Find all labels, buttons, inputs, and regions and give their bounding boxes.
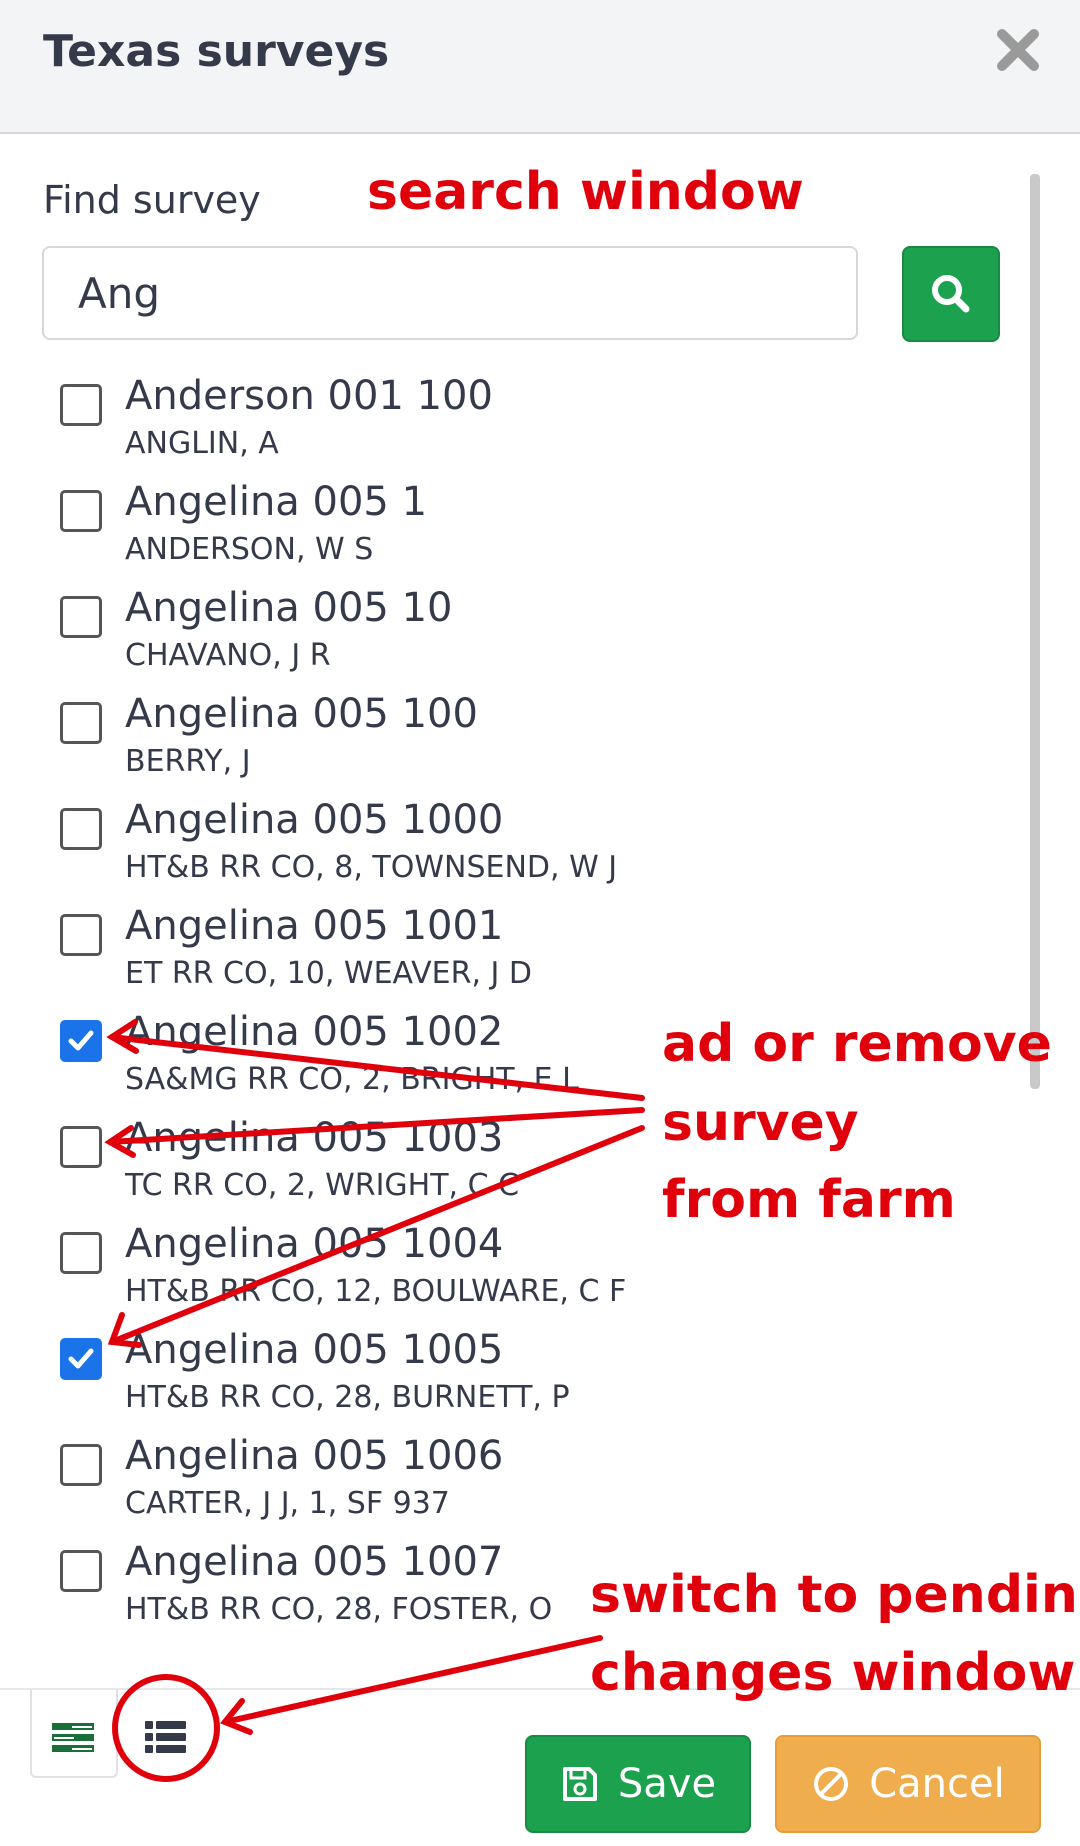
close-button[interactable] [990, 22, 1046, 78]
annotation-switch-line1: switch to pending [590, 1565, 1080, 1625]
ban-icon [814, 1767, 849, 1801]
annotation-add-remove-line3: from farm [662, 1170, 956, 1230]
survey-title: Angelina 005 1007 [125, 1539, 504, 1585]
search-view-tab[interactable] [30, 1690, 118, 1778]
dialog-footer: Save Cancel [0, 1688, 1080, 1846]
survey-subtitle: HT&B RR CO, 28, BURNETT, P [125, 1380, 570, 1415]
survey-subtitle: CHAVANO, J R [125, 638, 331, 673]
list-item[interactable]: Anderson 001 100 ANGLIN, A [0, 370, 1020, 476]
survey-checkbox[interactable] [60, 808, 102, 850]
dialog-title: Texas surveys [43, 26, 390, 77]
cancel-button[interactable]: Cancel [775, 1735, 1041, 1833]
list-item[interactable]: Angelina 005 1000 HT&B RR CO, 8, TOWNSEND… [0, 794, 1020, 900]
survey-title: Angelina 005 1006 [125, 1433, 504, 1479]
annotation-search-window: search window [367, 162, 804, 222]
save-button[interactable]: Save [525, 1735, 751, 1833]
survey-checkbox[interactable] [60, 1338, 102, 1380]
search-input[interactable] [42, 246, 858, 340]
survey-checkbox[interactable] [60, 1232, 102, 1274]
survey-subtitle: ANGLIN, A [125, 426, 279, 461]
survey-title: Angelina 005 1001 [125, 903, 504, 949]
list-item[interactable]: Angelina 005 1005 HT&B RR CO, 28, BURNETT… [0, 1324, 1020, 1430]
save-label: Save [617, 1761, 717, 1807]
survey-title: Angelina 005 1 [125, 479, 428, 525]
annotation-switch-line2: changes window [590, 1643, 1076, 1703]
search-button[interactable] [902, 246, 1000, 342]
list-icon [145, 1721, 186, 1753]
survey-checkbox[interactable] [60, 384, 102, 426]
survey-title: Angelina 005 100 [125, 691, 478, 737]
survey-subtitle: HT&B RR CO, 28, FOSTER, O [125, 1592, 553, 1627]
list-item[interactable]: Angelina 005 1001 ET RR CO, 10, WEAVER, J… [0, 900, 1020, 1006]
close-icon [997, 29, 1039, 71]
cancel-label: Cancel [869, 1761, 1005, 1807]
list-item[interactable]: Angelina 005 1 ANDERSON, W S [0, 476, 1020, 582]
pending-changes-tab[interactable] [124, 1690, 208, 1776]
survey-checkbox[interactable] [60, 490, 102, 532]
survey-title: Angelina 005 1005 [125, 1327, 504, 1373]
search-list-icon [52, 1723, 94, 1752]
survey-title: Angelina 005 1003 [125, 1115, 504, 1161]
survey-subtitle: TC RR CO, 2, WRIGHT, C C [125, 1168, 520, 1203]
survey-title: Angelina 005 10 [125, 585, 453, 631]
survey-checkbox[interactable] [60, 1444, 102, 1486]
save-icon [562, 1767, 597, 1801]
list-scrollbar[interactable] [1030, 174, 1040, 1089]
annotation-add-remove-line2: survey [662, 1093, 859, 1153]
survey-title: Angelina 005 1000 [125, 797, 504, 843]
survey-subtitle: ET RR CO, 10, WEAVER, J D [125, 956, 533, 991]
survey-subtitle: BERRY, J [125, 744, 251, 779]
survey-list: Anderson 001 100 ANGLIN, A Angelina 005 1A… [0, 370, 1020, 1642]
survey-subtitle: SA&MG RR CO, 2, BRIGHT, E L [125, 1062, 579, 1097]
survey-title: Anderson 001 100 [125, 373, 493, 419]
list-item[interactable]: Angelina 005 10 CHAVANO, J R [0, 582, 1020, 688]
survey-checkbox[interactable] [60, 596, 102, 638]
checkmark-icon [68, 1030, 94, 1051]
survey-title: Angelina 005 1002 [125, 1009, 504, 1055]
search-icon [932, 275, 970, 313]
checkmark-icon [68, 1348, 94, 1369]
survey-subtitle: HT&B RR CO, 8, TOWNSEND, W J [125, 850, 618, 885]
survey-checkbox[interactable] [60, 1020, 102, 1062]
survey-subtitle: CARTER, J J, 1, SF 937 [125, 1486, 450, 1521]
list-item[interactable]: Angelina 005 100 BERRY, J [0, 688, 1020, 794]
survey-checkbox[interactable] [60, 914, 102, 956]
list-item[interactable]: Angelina 005 1004 HT&B RR CO, 12, BOULWAR… [0, 1218, 1020, 1324]
list-item[interactable]: Angelina 005 1006 CARTER, J J, 1, SF 937 [0, 1430, 1020, 1536]
dialog-header: Texas surveys [0, 0, 1080, 134]
survey-subtitle: ANDERSON, W S [125, 532, 374, 567]
survey-checkbox[interactable] [60, 1550, 102, 1592]
annotation-add-remove-line1: ad or remove [662, 1014, 1052, 1074]
survey-checkbox[interactable] [60, 702, 102, 744]
find-survey-label: Find survey [43, 178, 261, 222]
survey-title: Angelina 005 1004 [125, 1221, 504, 1267]
survey-checkbox[interactable] [60, 1126, 102, 1168]
survey-subtitle: HT&B RR CO, 12, BOULWARE, C F [125, 1274, 627, 1309]
